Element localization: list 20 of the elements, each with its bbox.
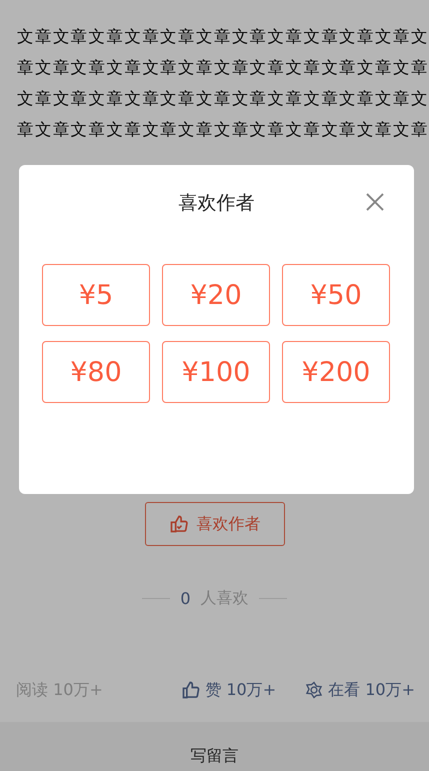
amount-option[interactable]: ¥5 bbox=[42, 264, 150, 326]
amount-option[interactable]: ¥200 bbox=[282, 341, 390, 403]
amount-option[interactable]: ¥50 bbox=[282, 264, 390, 326]
amount-option[interactable]: ¥20 bbox=[162, 264, 270, 326]
article-text: 章文章文章文章文章文章文章文章文章文章文章文章 bbox=[17, 57, 429, 79]
like-author-button[interactable]: 喜欢作者 bbox=[144, 502, 284, 546]
flower-icon[interactable] bbox=[304, 680, 324, 700]
like-stat[interactable]: 赞 10万+ bbox=[205, 680, 276, 700]
like-count: 0 bbox=[180, 589, 191, 608]
thumbs-up-icon bbox=[168, 514, 188, 534]
article-text: 文章文章文章文章文章文章文章文章文章文章文章文 bbox=[17, 88, 429, 110]
amount-option[interactable]: ¥100 bbox=[162, 341, 270, 403]
dialog-title: 喜欢作者 bbox=[178, 190, 254, 216]
write-comment-button[interactable]: 写留言 bbox=[190, 746, 238, 771]
close-button[interactable] bbox=[364, 191, 386, 213]
watching-stat[interactable]: 在看 10万+ bbox=[328, 680, 415, 700]
article-text: 章文章文章文章文章文章文章文章文章文章文章文章 bbox=[17, 119, 429, 141]
amount-option[interactable]: ¥80 bbox=[42, 341, 150, 403]
thumbs-up-icon[interactable] bbox=[181, 680, 202, 700]
article-text: 文章文章文章文章文章文章文章文章文章文章文章文 bbox=[17, 26, 429, 48]
